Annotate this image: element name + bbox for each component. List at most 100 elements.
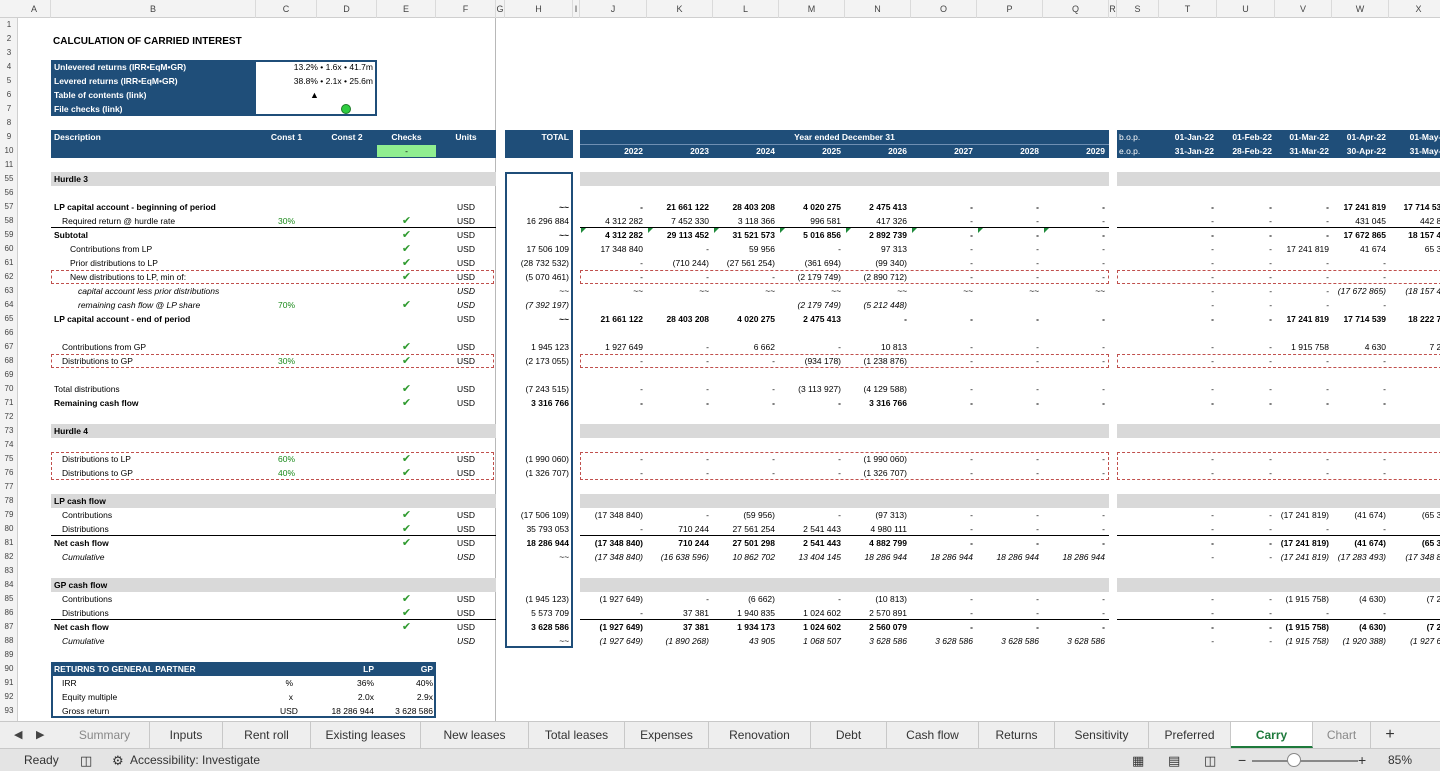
row-header[interactable]: 80 <box>0 522 17 536</box>
row-header[interactable]: 61 <box>0 256 17 270</box>
row-header[interactable]: 62 <box>0 270 17 284</box>
row-header[interactable]: 83 <box>0 564 17 578</box>
tab-new-leases[interactable]: New leases <box>421 722 529 748</box>
macro-record-icon[interactable]: ◫ <box>80 749 92 771</box>
page-layout-icon[interactable]: ▤ <box>1168 749 1180 771</box>
row-header[interactable]: 64 <box>0 298 17 312</box>
column-header-j[interactable]: J <box>580 0 647 18</box>
tab-cash-flow[interactable]: Cash flow <box>887 722 979 748</box>
row-header[interactable]: 11 <box>0 158 17 172</box>
tab-sensitivity[interactable]: Sensitivity <box>1055 722 1149 748</box>
column-header-k[interactable]: K <box>647 0 713 18</box>
tab-debt[interactable]: Debt <box>811 722 887 748</box>
column-header-i[interactable]: I <box>573 0 580 18</box>
row-header[interactable]: 3 <box>0 46 17 60</box>
formula-warning-icon[interactable] <box>1044 228 1049 233</box>
tab-carry[interactable]: Carry <box>1231 722 1313 748</box>
row-header[interactable]: 63 <box>0 284 17 298</box>
zoom-slider-thumb[interactable] <box>1287 753 1301 767</box>
zoom-out-button[interactable]: − <box>1238 749 1246 771</box>
column-header-o[interactable]: O <box>911 0 977 18</box>
row-header[interactable]: 90 <box>0 662 17 676</box>
row-header[interactable]: 85 <box>0 592 17 606</box>
zoom-level[interactable]: 85% <box>1388 749 1412 771</box>
row-header[interactable]: 59 <box>0 228 17 242</box>
column-header-e[interactable]: E <box>377 0 436 18</box>
column-header-w[interactable]: W <box>1332 0 1389 18</box>
formula-warning-icon[interactable] <box>648 228 653 233</box>
column-header-d[interactable]: D <box>317 0 377 18</box>
formula-warning-icon[interactable] <box>912 228 917 233</box>
formula-warning-icon[interactable] <box>581 228 586 233</box>
row-header[interactable]: 66 <box>0 326 17 340</box>
accessibility-icon[interactable]: ⚙ <box>112 749 124 771</box>
row-header[interactable]: 65 <box>0 312 17 326</box>
column-header-v[interactable]: V <box>1275 0 1332 18</box>
page-break-icon[interactable]: ◫ <box>1204 749 1216 771</box>
row-header[interactable]: 93 <box>0 704 17 718</box>
tab-total-leases[interactable]: Total leases <box>529 722 625 748</box>
row-header[interactable]: 56 <box>0 186 17 200</box>
spreadsheet-grid[interactable]: CALCULATION OF CARRIED INTEREST Unlevere… <box>18 18 1440 721</box>
row-header[interactable]: 10 <box>0 144 17 158</box>
accessibility-status[interactable]: Accessibility: Investigate <box>130 749 260 771</box>
row-header[interactable]: 4 <box>0 60 17 74</box>
row-header[interactable]: 60 <box>0 242 17 256</box>
row-header[interactable]: 68 <box>0 354 17 368</box>
row-header[interactable]: 69 <box>0 368 17 382</box>
row-header[interactable]: 91 <box>0 676 17 690</box>
tab-scroll-right-icon[interactable]: ▶ <box>36 722 44 748</box>
file-checks-ok-icon[interactable] <box>341 104 351 114</box>
row-header[interactable]: 9 <box>0 130 17 144</box>
row-header[interactable]: 88 <box>0 634 17 648</box>
row-header[interactable]: 76 <box>0 466 17 480</box>
row-header[interactable]: 75 <box>0 452 17 466</box>
row-header[interactable]: 71 <box>0 396 17 410</box>
row-header[interactable]: 7 <box>0 102 17 116</box>
zoom-slider[interactable] <box>1252 760 1358 762</box>
row-header[interactable]: 55 <box>0 172 17 186</box>
column-header-q[interactable]: Q <box>1043 0 1109 18</box>
row-header[interactable]: 2 <box>0 32 17 46</box>
row-header[interactable]: 84 <box>0 578 17 592</box>
tab-chart[interactable]: Chart <box>1313 722 1371 748</box>
column-header[interactable]: ABCDEFGHIJKLMNOPQRSTUVWX <box>0 0 1440 18</box>
toc-link-arrow[interactable]: ▲ <box>256 88 373 102</box>
formula-warning-icon[interactable] <box>714 228 719 233</box>
formula-warning-icon[interactable] <box>846 228 851 233</box>
tab-summary[interactable]: Summary <box>60 722 150 748</box>
row-header[interactable]: 6 <box>0 88 17 102</box>
row-header[interactable]: 57 <box>0 200 17 214</box>
checks-status[interactable]: - <box>377 145 436 157</box>
row-header[interactable]: 58 <box>0 214 17 228</box>
formula-warning-icon[interactable] <box>978 228 983 233</box>
column-header-s[interactable]: S <box>1117 0 1159 18</box>
normal-view-icon[interactable]: ▦ <box>1132 749 1144 771</box>
row-header[interactable]: 1 2 3 4 5 6 7 8 9 10 11 55 56 57 58 59 60 61 62 63 64 65 66 67 6… <box>0 18 18 721</box>
tab-rent-roll[interactable]: Rent roll <box>223 722 311 748</box>
column-header-t[interactable]: T <box>1159 0 1217 18</box>
column-header-m[interactable]: M <box>779 0 845 18</box>
tab-renovation[interactable]: Renovation <box>709 722 811 748</box>
row-header[interactable]: 72 <box>0 410 17 424</box>
tab-inputs[interactable]: Inputs <box>150 722 223 748</box>
row-header[interactable]: 67 <box>0 340 17 354</box>
column-header-g[interactable]: G <box>496 0 505 18</box>
row-header[interactable]: 74 <box>0 438 17 452</box>
row-header[interactable]: 79 <box>0 508 17 522</box>
tab-scroll-left-icon[interactable]: ◀ <box>14 722 22 748</box>
row-header[interactable]: 1 <box>0 18 17 32</box>
column-header-f[interactable]: F <box>436 0 496 18</box>
row-header[interactable]: 77 <box>0 480 17 494</box>
column-header-h[interactable]: H <box>505 0 573 18</box>
column-header-l[interactable]: L <box>713 0 779 18</box>
column-header-a[interactable]: A <box>18 0 51 18</box>
column-header-n[interactable]: N <box>845 0 911 18</box>
formula-warning-icon[interactable] <box>780 228 785 233</box>
tab-preferred[interactable]: Preferred <box>1149 722 1231 748</box>
total-column-selection[interactable] <box>505 172 573 648</box>
column-header-b[interactable]: B <box>51 0 256 18</box>
tab-returns[interactable]: Returns <box>979 722 1055 748</box>
tab-existing-leases[interactable]: Existing leases <box>311 722 421 748</box>
row-header[interactable]: 81 <box>0 536 17 550</box>
